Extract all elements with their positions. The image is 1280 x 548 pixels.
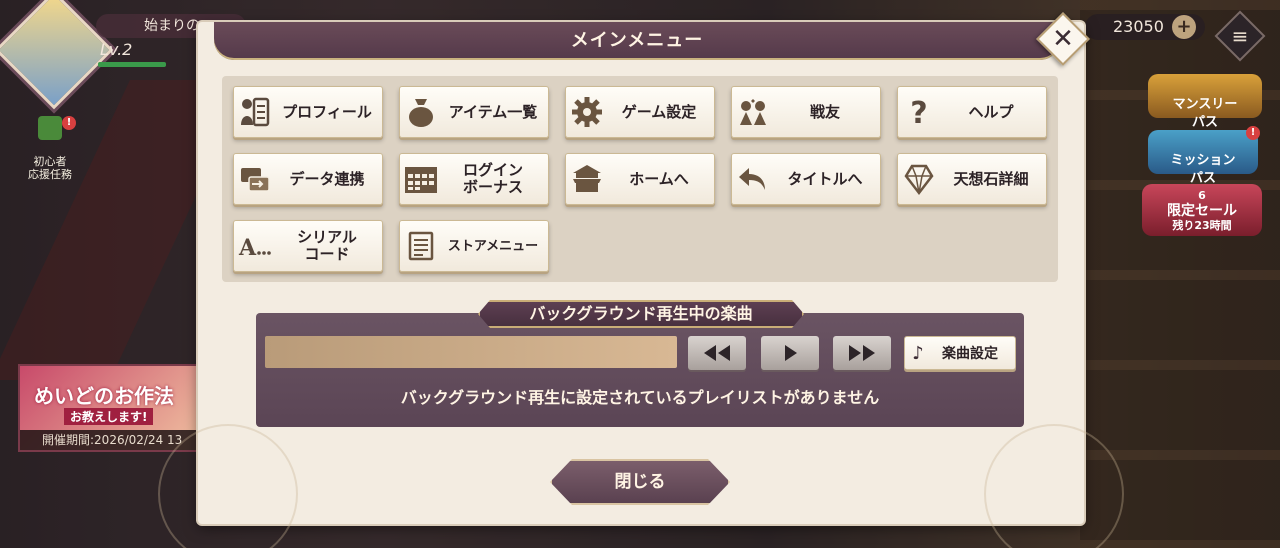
calendar-icon [400, 158, 442, 200]
hamburger-icon: ≡ [1231, 24, 1249, 48]
menu-title: メインメニュー [570, 30, 704, 51]
serial-code-button[interactable]: A シリアル コード [233, 220, 383, 272]
play-button[interactable] [761, 336, 819, 370]
item-bag-icon [400, 91, 442, 133]
close-icon: ✕ [1052, 24, 1074, 54]
sky-stone-details-label: 天想石詳細 [953, 169, 1029, 188]
player-exp-bar [98, 62, 166, 67]
fast-forward-button[interactable] [833, 336, 891, 370]
svg-text:A: A [238, 235, 257, 261]
mission-pass-alert-icon: ! [1246, 126, 1260, 140]
close-menu-button[interactable]: 閉じる [550, 459, 730, 505]
title-screen-label: タイトルへ [787, 169, 863, 188]
limited-sale-label: 限定セール [1167, 203, 1237, 219]
question-icon: ? [898, 91, 940, 133]
profile-button[interactable]: プロフィール [233, 86, 383, 138]
login-bonus-label: ログイン ボーナス [462, 161, 523, 196]
home-button[interactable]: ホームへ [565, 153, 715, 205]
comrades-button[interactable]: 戦友 [731, 86, 881, 138]
profile-label: プロフィール [282, 102, 372, 121]
song-settings-button[interactable]: ♪ 楽曲設定 [904, 336, 1016, 370]
data-transfer-icon [234, 158, 276, 200]
game-settings-label: ゲーム設定 [621, 102, 697, 121]
event-banner[interactable]: めいどのお作法 お教えします! 開催期間:2026/02/24 13 [18, 364, 198, 452]
title-screen-button[interactable]: タイトルへ [731, 153, 881, 205]
sky-stone-details-button[interactable]: 天想石詳細 [897, 153, 1047, 205]
play-icon [785, 345, 797, 361]
help-label: ヘルプ [968, 102, 1014, 121]
svg-text:?: ? [910, 96, 927, 129]
player-level: Lv.2 [100, 40, 133, 59]
limited-sale-button[interactable]: 6 限定セール 残り23時間 [1142, 184, 1262, 236]
login-bonus-button[interactable]: ログイン ボーナス [399, 153, 549, 205]
data-link-button[interactable]: データ連携 [233, 153, 383, 205]
help-button[interactable]: ? ヘルプ [897, 86, 1047, 138]
store-menu-label: ストアメニュー [447, 238, 539, 254]
rewind-icon [704, 345, 730, 361]
bgm-progress-bar[interactable] [265, 336, 677, 368]
gear-icon [566, 91, 608, 133]
close-menu-label: 閉じる [614, 472, 666, 492]
store-menu-icon [400, 225, 442, 267]
limited-sale-count: 6 [1198, 189, 1206, 202]
beginner-mission-label: 初心者 応援任務 [28, 155, 72, 181]
home-icon [566, 158, 608, 200]
panel-ornament [158, 424, 298, 548]
event-period: 開催期間:2026/02/24 13 [20, 430, 196, 450]
home-label: ホームへ [629, 169, 689, 188]
mission-pass-button[interactable]: ミッション パス [1148, 130, 1258, 186]
fast-forward-icon [849, 345, 875, 361]
serial-code-icon: A [234, 225, 276, 267]
data-link-label: データ連携 [289, 169, 365, 188]
music-note-icon: ♪ [912, 342, 924, 364]
add-currency-button[interactable]: + [1172, 15, 1196, 39]
profile-icon [234, 91, 276, 133]
item-list-button[interactable]: アイテム一覧 [399, 86, 549, 138]
rewind-button[interactable] [688, 336, 746, 370]
friends-icon [732, 91, 774, 133]
menu-title-bar: メインメニュー [214, 22, 1060, 60]
event-banner-title: めいどのお作法 [34, 384, 174, 408]
gem-icon [898, 158, 940, 200]
empty-playlist-message: バックグラウンド再生に設定されているプレイリストがありません [400, 388, 880, 407]
bgm-panel [256, 313, 1024, 427]
bgm-header: バックグラウンド再生中の楽曲 [529, 304, 753, 323]
store-menu-button[interactable]: ストアメニュー [399, 220, 549, 272]
back-arrow-icon [732, 158, 774, 200]
item-list-label: アイテム一覧 [448, 102, 538, 121]
limited-sale-remaining: 残り23時間 [1172, 219, 1232, 232]
event-banner-subtitle: お教えします! [64, 408, 154, 425]
comrades-label: 戦友 [809, 102, 840, 121]
beginner-alert-icon: ! [62, 116, 76, 130]
monthly-pass-button[interactable]: マンスリー パス [1148, 74, 1262, 130]
game-settings-button[interactable]: ゲーム設定 [565, 86, 715, 138]
serial-code-label: シリアル コード [297, 228, 357, 263]
song-settings-label: 楽曲設定 [942, 346, 998, 362]
